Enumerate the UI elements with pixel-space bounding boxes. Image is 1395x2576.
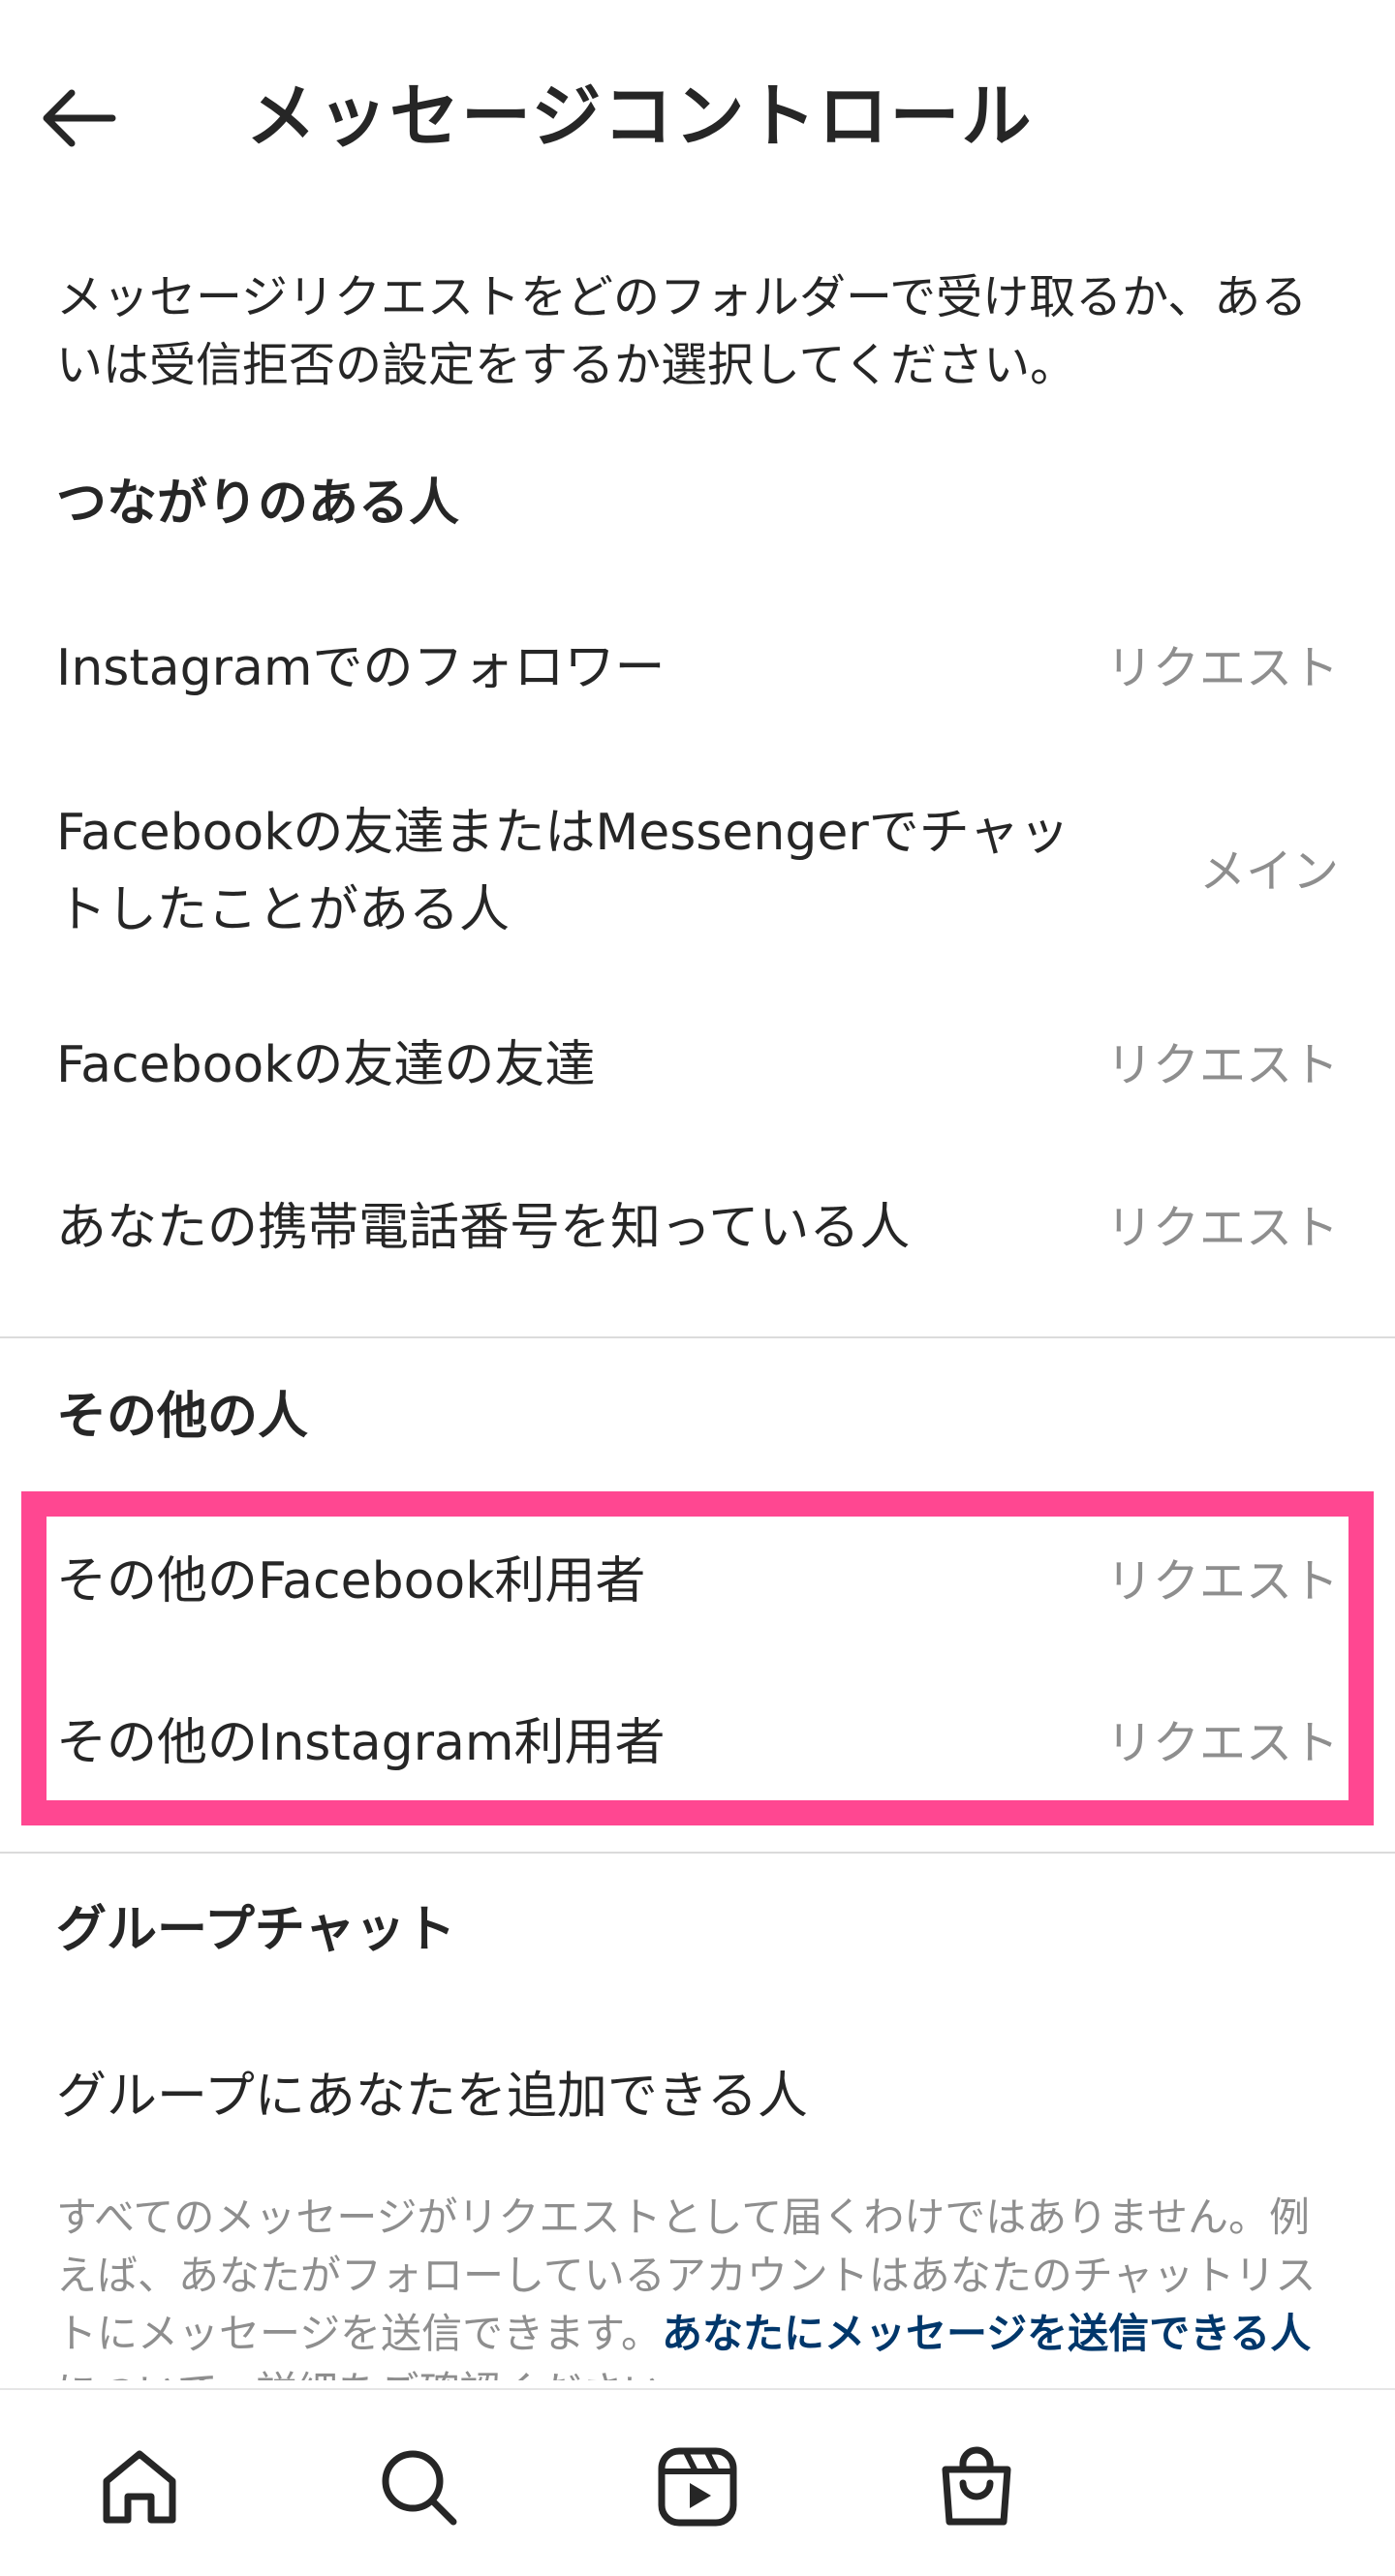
row-facebook-friends-messenger[interactable]: Facebookの友達またはMessengerでチャッ トしたことがある人 メイ… xyxy=(0,789,1395,954)
row-label: あなたの携帯電話番号を知っている人 xyxy=(56,1199,911,1257)
page-description: メッセージリクエストをどのフォルダーで受け取るか、あるいは受信拒否の設定をするか… xyxy=(56,270,1308,392)
row-value: メイン xyxy=(1198,844,1339,899)
nav-reels-button[interactable] xyxy=(639,2429,756,2545)
row-other-instagram-users[interactable]: その他のInstagram利用者 リクエスト xyxy=(0,1695,1395,1792)
row-value: リクエスト xyxy=(1105,641,1339,695)
back-button[interactable] xyxy=(39,70,155,167)
home-icon xyxy=(103,2450,176,2524)
footnote: すべてのメッセージがリクエストとして届くわけではありません。例えば、あなたがフォ… xyxy=(56,2189,1345,2380)
row-label-line1: Facebookの友達またはMessengerでチャッ xyxy=(56,804,1070,862)
nav-shop-button[interactable] xyxy=(918,2429,1035,2545)
row-label: グループにあなたを追加できる人 xyxy=(56,2068,808,2126)
row-value: リクエスト xyxy=(1105,1716,1339,1770)
row-value: リクエスト xyxy=(1105,1554,1339,1609)
row-label: Facebookの友達の友達 xyxy=(56,1036,596,1094)
row-label-line2: トしたことがある人 xyxy=(56,881,511,939)
page-title: メッセージコントロール xyxy=(246,76,1034,157)
row-phone-contacts[interactable]: あなたの携帯電話番号を知っている人 リクエスト xyxy=(0,1180,1395,1276)
section-header-others: その他の人 xyxy=(56,1388,309,1446)
row-label: Instagramでのフォロワー xyxy=(56,639,666,697)
row-value: リクエスト xyxy=(1105,1038,1339,1092)
row-other-facebook-users[interactable]: その他のFacebook利用者 リクエスト xyxy=(0,1533,1395,1630)
section-header-connected: つながりのある人 xyxy=(56,475,460,533)
footnote-link[interactable]: あなたにメッセージを送信できる人 xyxy=(662,2310,1311,2357)
row-group-add[interactable]: グループにあなたを追加できる人 xyxy=(0,2048,1395,2145)
arrow-left-icon xyxy=(43,89,116,147)
bottom-nav xyxy=(0,2388,1395,2576)
nav-home-button[interactable] xyxy=(81,2429,198,2545)
shop-icon xyxy=(942,2446,1011,2526)
section-divider xyxy=(0,1852,1395,1854)
row-value: リクエスト xyxy=(1105,1201,1339,1255)
row-instagram-followers[interactable]: Instagramでのフォロワー リクエスト xyxy=(0,620,1395,717)
row-label: その他のInstagram利用者 xyxy=(56,1714,666,1772)
footnote-text-after: について、詳細をご確認ください。 xyxy=(56,2368,704,2380)
row-label: その他のFacebook利用者 xyxy=(56,1552,646,1610)
reels-icon xyxy=(658,2447,737,2527)
search-icon xyxy=(382,2450,457,2526)
row-facebook-friends-of-friends[interactable]: Facebookの友達の友達 リクエスト xyxy=(0,1017,1395,1114)
nav-search-button[interactable] xyxy=(360,2429,477,2545)
section-header-group: グループチャット xyxy=(56,1901,456,1959)
section-divider xyxy=(0,1336,1395,1338)
